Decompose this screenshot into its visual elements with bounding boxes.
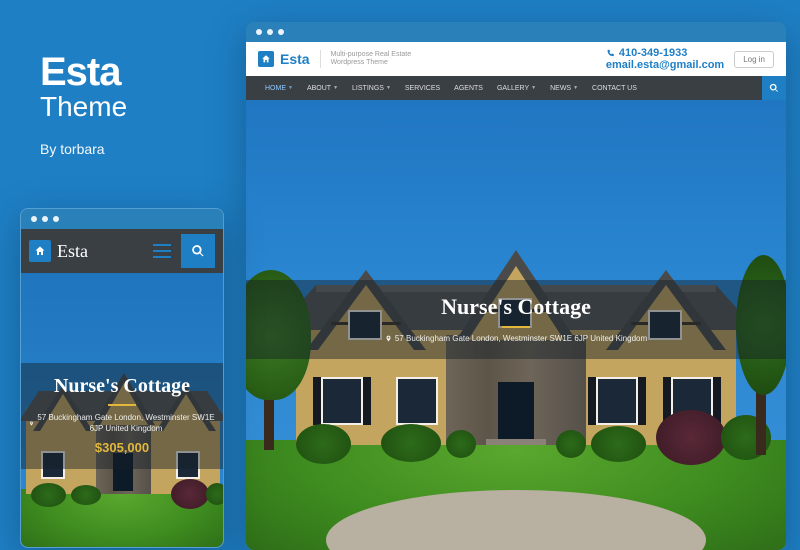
promo-subtitle: Theme — [40, 91, 127, 123]
promo-text: Esta Theme By torbara — [40, 50, 127, 157]
login-button[interactable]: Log in — [734, 51, 774, 68]
mobile-property-title: Nurse's Cottage — [21, 375, 223, 398]
mobile-property-price: $305,000 — [21, 440, 223, 455]
site-logo[interactable]: Esta — [258, 51, 310, 67]
nav-home[interactable]: HOME▼ — [258, 85, 300, 92]
logo-icon — [258, 51, 274, 67]
mobile-hero-overlay: Nurse's Cottage 57 Buckingham Gate Londo… — [21, 363, 223, 469]
search-button[interactable] — [762, 76, 786, 100]
mobile-preview-frame: Esta — [20, 208, 224, 548]
nav-contact[interactable]: CONTACT US — [585, 85, 644, 92]
mobile-hero: Nurse's Cottage 57 Buckingham Gate Londo… — [21, 273, 223, 548]
nav-news[interactable]: NEWS▼ — [543, 85, 585, 92]
property-title: Nurse's Cottage — [246, 294, 786, 320]
site-header: Esta Multi-purpose Real Estate Wordpress… — [246, 42, 786, 76]
hero-section: Nurse's Cottage 57 Buckingham Gate Londo… — [246, 100, 786, 550]
nav-agents[interactable]: AGENTS — [447, 85, 490, 92]
logo-text: Esta — [280, 51, 310, 67]
property-address: 57 Buckingham Gate London, Westminster S… — [246, 334, 786, 343]
header-phone[interactable]: 410-349-1933 email.esta@gmail.com — [606, 47, 724, 71]
nav-listings[interactable]: LISTINGS▼ — [345, 85, 398, 92]
house-illustration — [246, 190, 786, 550]
promo-byline: By torbara — [40, 141, 127, 157]
desktop-preview-frame: Esta Multi-purpose Real Estate Wordpress… — [246, 22, 786, 550]
hero-overlay: Nurse's Cottage 57 Buckingham Gate Londo… — [246, 280, 786, 359]
browser-chrome — [21, 209, 223, 229]
nav-services[interactable]: SERVICES — [398, 85, 447, 92]
mobile-property-address: 57 Buckingham Gate London, Westminster S… — [21, 412, 223, 434]
header-tagline: Multi-purpose Real Estate Wordpress Them… — [331, 51, 412, 68]
browser-chrome — [246, 22, 786, 42]
nav-about[interactable]: ABOUT▼ — [300, 85, 345, 92]
nav-gallery[interactable]: GALLERY▼ — [490, 85, 543, 92]
main-nav: HOME▼ ABOUT▼ LISTINGS▼ SERVICES AGENTS G… — [246, 76, 786, 100]
promo-title: Esta — [40, 50, 127, 95]
